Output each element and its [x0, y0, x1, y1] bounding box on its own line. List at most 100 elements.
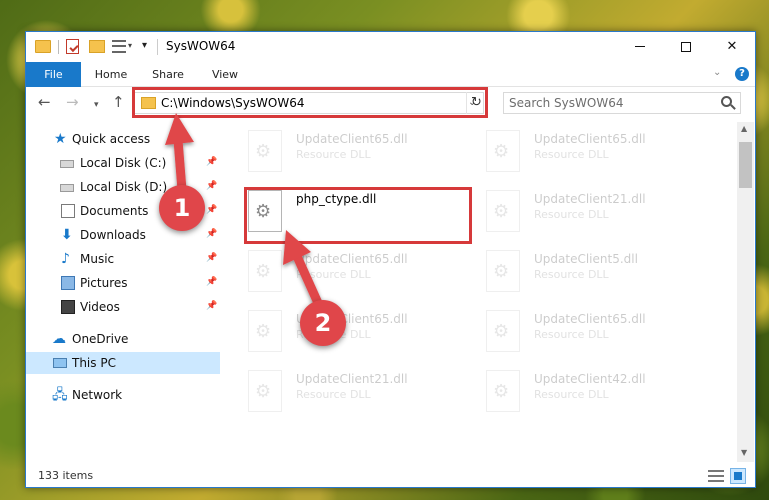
sidebar-item-local-disk-c[interactable]: Local Disk (C:) 📌 [26, 152, 220, 174]
sidebar-item-videos[interactable]: Videos 📌 [26, 296, 220, 318]
dll-file-icon [248, 250, 282, 292]
ribbon-tabs: File Home Share View ⌄ ? [26, 62, 755, 87]
tab-file[interactable]: File [26, 62, 81, 87]
pin-icon[interactable]: 📌 [206, 253, 217, 263]
dll-file-icon [486, 190, 520, 232]
download-icon: ⬇ [61, 227, 73, 243]
file-type: Resource DLL [534, 268, 609, 281]
file-item[interactable]: UpdateClient21.dll Resource DLL [248, 370, 448, 420]
documents-icon [61, 204, 75, 218]
expand-ribbon-icon[interactable]: ⌄ [713, 67, 721, 78]
file-type: Resource DLL [296, 388, 371, 401]
drive-icon [60, 184, 74, 192]
sidebar-item-music[interactable]: ♪ Music 📌 [26, 248, 220, 270]
recent-locations-button[interactable]: ▾ [94, 98, 99, 113]
toolbar-divider [58, 40, 59, 54]
dll-file-icon [486, 370, 520, 412]
tab-view[interactable]: View [202, 62, 248, 87]
file-item[interactable]: UpdateClient42.dll Resource DLL [486, 370, 686, 420]
sidebar-item-this-pc[interactable]: This PC [26, 352, 220, 374]
pin-icon[interactable]: 📌 [206, 229, 217, 239]
file-type: Resource DLL [534, 328, 609, 341]
back-button[interactable]: ← [38, 95, 51, 110]
address-bar-highlight [132, 87, 488, 118]
search-icon[interactable] [721, 96, 732, 107]
file-item[interactable]: UpdateClient5.dll Resource DLL [486, 250, 686, 300]
file-type: Resource DLL [296, 148, 371, 161]
details-view-icon[interactable] [708, 470, 724, 482]
minimize-button[interactable] [617, 32, 663, 62]
sidebar-item-network[interactable]: 🖧 Network [26, 384, 220, 406]
videos-icon [61, 300, 75, 314]
step-2-badge: 2 [300, 300, 346, 346]
file-name: UpdateClient5.dll [534, 252, 638, 266]
file-item[interactable]: UpdateClient65.dll Resource DLL [486, 130, 686, 180]
vertical-scrollbar[interactable]: ▲ ▼ [737, 122, 754, 462]
file-item[interactable]: UpdateClient65.dll Resource DLL [248, 250, 448, 300]
pin-icon[interactable]: 📌 [206, 181, 217, 191]
dll-file-icon [248, 130, 282, 172]
sidebar-item-label: This PC [72, 356, 116, 370]
dll-file-icon [248, 370, 282, 412]
pin-icon[interactable]: 📌 [206, 277, 217, 287]
item-count: 133 items [38, 469, 94, 482]
folder-icon [35, 40, 51, 53]
maximize-icon [681, 41, 691, 52]
view-icon[interactable] [112, 40, 126, 53]
star-icon: ★ [54, 131, 67, 147]
file-type: Resource DLL [534, 148, 609, 161]
search-input[interactable]: Search SysWOW64 [503, 92, 741, 114]
help-icon[interactable]: ? [735, 67, 749, 81]
customize-toolbar-button[interactable]: ▾ [142, 40, 147, 58]
properties-button[interactable] [66, 39, 79, 54]
file-type: Resource DLL [534, 388, 609, 401]
scroll-thumb[interactable] [739, 142, 752, 188]
pin-icon[interactable]: 📌 [206, 301, 217, 311]
scroll-down-icon[interactable]: ▼ [741, 448, 747, 457]
dll-file-icon [486, 130, 520, 172]
window-title: SysWOW64 [166, 39, 236, 53]
file-type: Resource DLL [296, 268, 371, 281]
pin-icon[interactable]: 📌 [206, 157, 217, 167]
navigation-pane: ★ Quick access Local Disk (C:) 📌 Local D… [26, 122, 220, 462]
file-item[interactable]: UpdateClient21.dll Resource DLL [486, 190, 686, 240]
file-name: UpdateClient65.dll [296, 132, 408, 146]
file-name: UpdateClient65.dll [296, 252, 408, 266]
sidebar-item-onedrive[interactable]: ☁ OneDrive [26, 328, 220, 350]
sidebar-item-label: Local Disk (C:) [80, 156, 167, 170]
title-divider [157, 39, 158, 55]
up-button[interactable]: ↑ [112, 95, 125, 110]
sidebar-item-label: Videos [80, 300, 120, 314]
maximize-button[interactable] [663, 32, 709, 62]
dll-file-icon [486, 310, 520, 352]
sidebar-item-label: Downloads [80, 228, 146, 242]
sidebar-item-label: OneDrive [72, 332, 129, 346]
sidebar-item-quick-access[interactable]: ★ Quick access [26, 128, 220, 150]
dll-file-icon [248, 310, 282, 352]
dll-file-icon [486, 250, 520, 292]
sidebar-item-pictures[interactable]: Pictures 📌 [26, 272, 220, 294]
file-item[interactable]: UpdateClient65.dll Resource DLL [248, 310, 448, 360]
chevron-down-icon[interactable]: ▾ [128, 41, 132, 59]
file-name: UpdateClient65.dll [534, 132, 646, 146]
sidebar-item-label: Music [80, 252, 115, 266]
forward-button[interactable]: → [66, 95, 79, 110]
sidebar-item-label: Local Disk (D:) [80, 180, 168, 194]
close-button[interactable]: ✕ [709, 32, 755, 62]
scroll-up-icon[interactable]: ▲ [741, 124, 747, 133]
status-bar: 133 items [26, 464, 755, 488]
file-item[interactable]: UpdateClient65.dll Resource DLL [248, 130, 448, 180]
step-1-badge: 1 [159, 185, 205, 231]
pin-icon[interactable]: 📌 [206, 205, 217, 215]
explorer-window: ▾ ▾ SysWOW64 ✕ File Home Share View ⌄ ? … [25, 31, 756, 488]
pictures-icon [61, 276, 75, 290]
new-folder-button[interactable] [89, 40, 105, 53]
large-icons-view-icon[interactable] [730, 468, 746, 484]
sidebar-item-label: Documents [80, 204, 149, 218]
sidebar-item-label: Pictures [80, 276, 128, 290]
tab-home[interactable]: Home [88, 62, 134, 87]
file-name: UpdateClient21.dll [296, 372, 408, 386]
file-item[interactable]: UpdateClient65.dll Resource DLL [486, 310, 686, 360]
computer-icon [53, 358, 67, 368]
tab-share[interactable]: Share [145, 62, 191, 87]
